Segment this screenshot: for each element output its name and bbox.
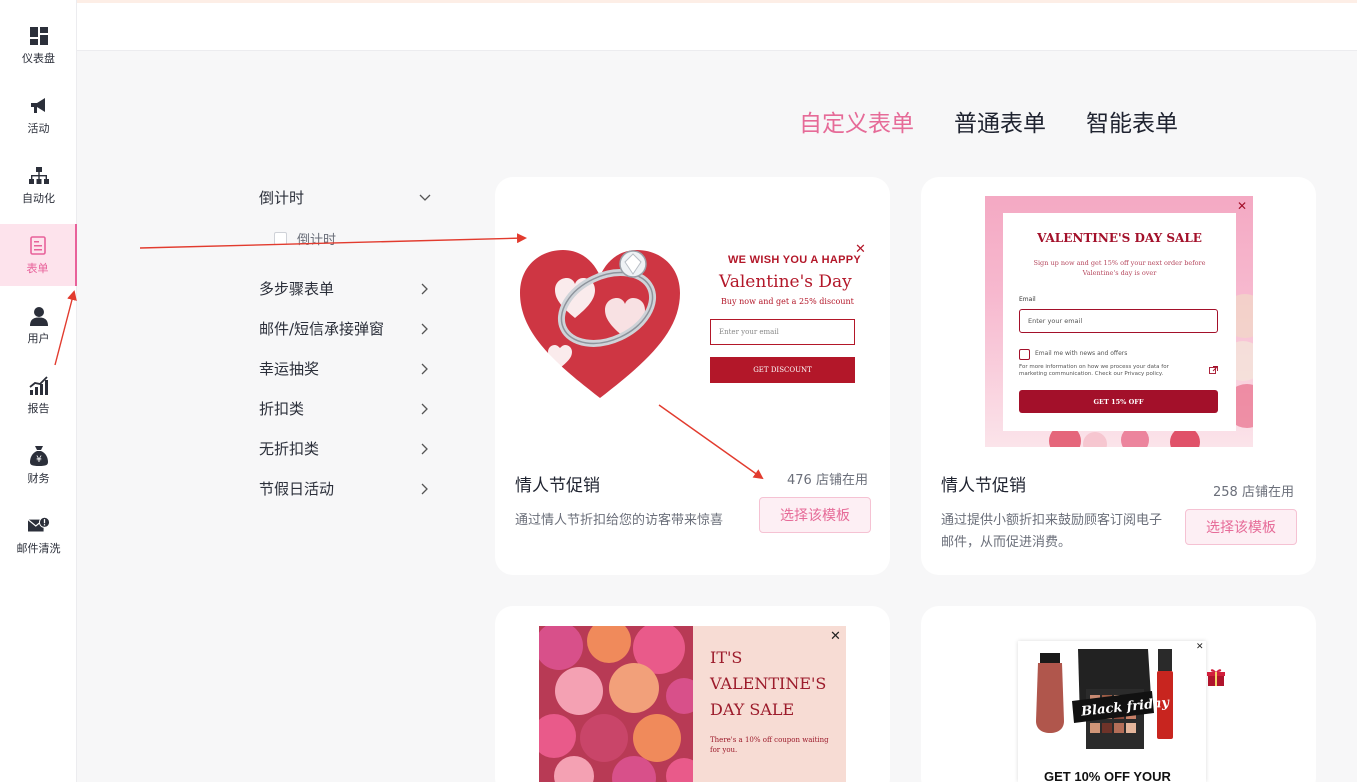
preview-checkbox-label: Email me with news and offers (1035, 350, 1128, 357)
gift-icon (1207, 669, 1225, 686)
card-description: 通过提供小额折扣来鼓励顾客订阅电子 邮件，从而促进消费。 (941, 510, 1162, 554)
card-description-line: 通过提供小额折扣来鼓励顾客订阅电子 (941, 513, 1163, 528)
form-icon (27, 235, 49, 257)
category-countdown[interactable]: 倒计时 (259, 187, 431, 208)
mail-alert-icon (27, 515, 50, 537)
category-holiday[interactable]: 节假日活动 (259, 478, 431, 499)
preview-cta-button: GET 15% OFF (1019, 390, 1218, 413)
select-template-button[interactable]: 选择该模板 (1185, 509, 1297, 545)
card-title: 情人节促销 (515, 476, 600, 496)
category-discount[interactable]: 折扣类 (259, 398, 431, 419)
category-label: 折扣类 (259, 400, 305, 418)
sidebar-item-forms[interactable]: 表单 (0, 224, 77, 286)
category-label: 无折扣类 (259, 440, 320, 458)
roses-image (539, 626, 693, 782)
svg-text:¥: ¥ (36, 455, 42, 465)
sidebar-item-label: 表单 (26, 261, 49, 275)
megaphone-icon (28, 95, 50, 117)
dashboard-icon (28, 25, 50, 47)
category-label: 多步骤表单 (259, 280, 335, 298)
top-bar (77, 0, 1357, 51)
chevron-right-icon (419, 363, 431, 375)
preview-title-line: DAY SALE (710, 700, 795, 719)
sidebar-item-label: 邮件清洗 (16, 541, 61, 555)
tab-normal-form[interactable]: 普通表单 (954, 104, 1046, 138)
external-link-icon (1209, 366, 1218, 374)
card-usage-count: 476 店铺在用 (787, 473, 868, 488)
card-title: 情人节促销 (941, 476, 1026, 496)
preview-title-line: IT'S (710, 648, 743, 667)
category-email-sms-popup[interactable]: 邮件/短信承接弹窗 (259, 318, 431, 339)
chevron-right-icon (419, 443, 431, 455)
valentine-ring-image (520, 250, 680, 398)
chevron-right-icon (419, 483, 431, 495)
category-label: 幸运抽奖 (259, 360, 320, 378)
card-usage-count: 258 店铺在用 (1213, 485, 1294, 500)
preview-close-icon: ✕ (1196, 642, 1204, 652)
sidebar-item-campaign[interactable]: 活动 (0, 84, 77, 146)
preview-close-icon: ✕ (1237, 199, 1248, 213)
preview-title: VALENTINE'S DAY SALE (1037, 231, 1202, 245)
form-type-tabs: 自定义表单 普通表单 智能表单 (799, 104, 1178, 138)
sidebar-item-dashboard[interactable]: 仪表盘 (0, 14, 77, 76)
tab-smart-form[interactable]: 智能表单 (1086, 104, 1178, 138)
tab-custom-form[interactable]: 自定义表单 (799, 104, 914, 138)
preview-subtitle: Sign up now and get 15% off your next or… (1033, 259, 1206, 277)
category-multistep[interactable]: 多步骤表单 (259, 278, 431, 299)
sidebar-item-label: 用户 (27, 331, 50, 345)
preview-vday-text: Valentine's Day (719, 272, 852, 292)
chevron-right-icon (419, 403, 431, 415)
sidebar-item-automation[interactable]: 自动化 (0, 154, 77, 216)
chevron-right-icon (419, 283, 431, 295)
chart-icon (28, 375, 50, 397)
user-icon (28, 305, 50, 327)
sitemap-icon (28, 165, 50, 187)
sidebar-item-label: 自动化 (22, 191, 55, 205)
preview-wish-text: WE WISH YOU A HAPPY (728, 254, 862, 266)
preview-close-icon: ✕ (830, 629, 841, 644)
preview-subtitle: There's a 10% off coupon waiting for you… (710, 736, 829, 754)
sidebar-item-mail-cleaning[interactable]: 邮件清洗 (0, 504, 77, 566)
preview-email-field: Enter your email (1019, 309, 1218, 333)
card-description-line: 邮件，从而促进消费。 (941, 535, 1072, 550)
preview-buy-text: Buy now and get a 25% discount (721, 297, 854, 306)
sidebar-item-label: 报告 (27, 401, 50, 415)
chevron-down-icon (419, 192, 431, 204)
subcategory-countdown[interactable]: 倒计时 (274, 229, 336, 248)
sidebar-item-label: 活动 (27, 121, 50, 135)
sidebar: 仪表盘 活动 自动化 表单 用户 报告 ¥ 财务 邮件清洗 (0, 0, 77, 782)
category-label: 节假日活动 (259, 480, 335, 498)
preview-title: IT'S VALENTINE'S DAY SALE (710, 645, 826, 723)
sidebar-item-label: 财务 (27, 471, 50, 485)
preview-cta-button: GET DISCOUNT (710, 357, 855, 383)
chevron-right-icon (419, 323, 431, 335)
subcategory-checkbox[interactable] (274, 232, 287, 245)
sidebar-item-finance[interactable]: ¥ 财务 (0, 434, 77, 496)
category-no-discount[interactable]: 无折扣类 (259, 438, 431, 459)
sidebar-item-label: 仪表盘 (22, 51, 55, 65)
sidebar-item-reports[interactable]: 报告 (0, 364, 77, 426)
preview-email-field: Enter your email (710, 319, 855, 345)
preview-title-line: VALENTINE'S (710, 674, 827, 693)
preview-checkbox (1019, 349, 1030, 360)
select-template-button[interactable]: 选择该模板 (759, 497, 871, 533)
category-label: 倒计时 (259, 189, 305, 207)
sidebar-item-users[interactable]: 用户 (0, 294, 77, 356)
preview-email-label: Email (1019, 296, 1036, 303)
money-bag-icon: ¥ (28, 445, 50, 467)
category-label: 邮件/短信承接弹窗 (259, 320, 385, 338)
card-description: 通过情人节折扣给您的访客带来惊喜 (515, 513, 724, 528)
preview-info-text: For more information on how we process y… (1019, 364, 1169, 377)
subcategory-label: 倒计时 (297, 233, 337, 248)
category-lucky-draw[interactable]: 幸运抽奖 (259, 358, 431, 379)
preview-heading: GET 10% OFF YOUR (1044, 769, 1171, 782)
